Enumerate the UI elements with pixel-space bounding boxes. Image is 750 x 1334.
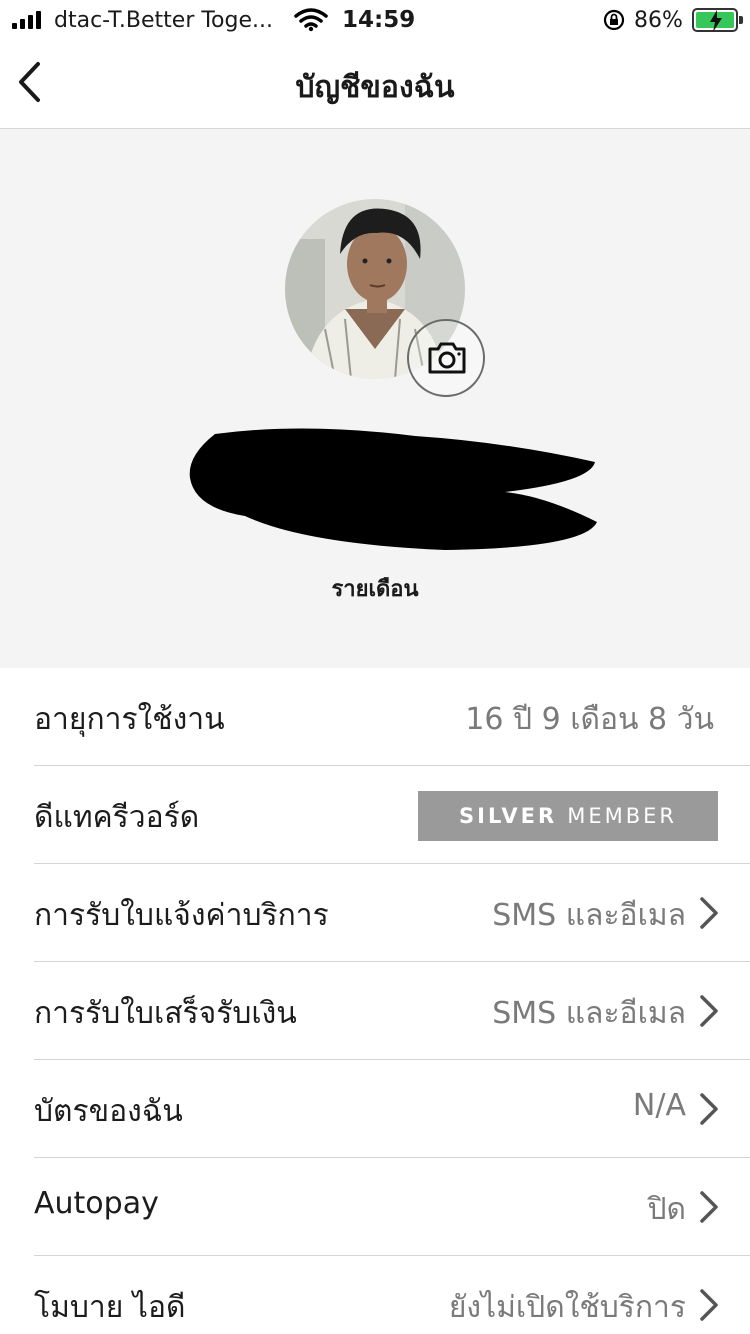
status-bar: dtac-T.Better Toge... 14:59 86% [0,0,750,42]
row-my-cards[interactable]: บัตรของฉัน N/A [34,1060,750,1158]
badge-member: MEMBER [567,804,677,828]
chevron-right-icon [700,1191,718,1223]
row-label: โมบาย ไอดี [34,1290,186,1325]
row-autopay[interactable]: Autopay ปิด [34,1158,750,1256]
signal-strength-icon [12,11,41,29]
camera-icon [428,342,466,374]
change-photo-button[interactable] [407,319,485,397]
row-label: Autopay [34,1186,159,1221]
chevron-right-icon [700,897,718,929]
carrier-name: dtac-T.Better Toge... [54,8,274,33]
row-label: การรับใบเสร็จรับเงิน [34,996,297,1031]
chevron-right-icon [700,1289,718,1321]
membership-badge: SILVER MEMBER [418,791,718,841]
redacted-name [189,428,598,550]
badge-tier: SILVER [459,804,558,828]
row-value: ยังไม่เปิดใช้บริการ [448,1290,686,1325]
row-label: ดีแทครีวอร์ด [34,800,200,835]
row-value: N/A [632,1088,686,1123]
row-service-age: อายุการใช้งาน 16 ปี 9 เดือน 8 วัน [34,668,750,766]
navigation-header: บัญชีของฉัน [0,42,750,129]
battery-percent: 86% [634,8,683,33]
row-receipt-delivery[interactable]: การรับใบเสร็จรับเงิน SMS และอีเมล [34,962,750,1060]
page-title: บัญชีของฉัน [295,70,455,105]
row-value: SMS และอีเมล [492,898,686,933]
row-mobile-id[interactable]: โมบาย ไอดี ยังไม่เปิดใช้บริการ [34,1256,750,1334]
row-value: SMS และอีเมล [492,996,686,1031]
row-value: ปิด [647,1192,686,1227]
wifi-icon [294,8,328,38]
row-label: บัตรของฉัน [34,1094,183,1129]
clock: 14:59 [342,7,416,33]
rotation-lock-icon [602,8,626,38]
profile-section: รายเดือน [0,129,750,668]
row-value: 16 ปี 9 เดือน 8 วัน [465,702,714,737]
row-label: อายุการใช้งาน [34,702,225,737]
account-info-list: อายุการใช้งาน 16 ปี 9 เดือน 8 วัน ดีแทคร… [0,668,750,1334]
row-label: การรับใบแจ้งค่าบริการ [34,898,329,933]
row-bill-delivery[interactable]: การรับใบแจ้งค่าบริการ SMS และอีเมล [34,864,750,962]
row-dtac-reward[interactable]: ดีแทครีวอร์ด SILVER MEMBER [34,766,750,864]
plan-type: รายเดือน [331,577,419,602]
battery-charging-icon [692,8,743,32]
chevron-right-icon [700,1093,718,1125]
chevron-right-icon [700,995,718,1027]
